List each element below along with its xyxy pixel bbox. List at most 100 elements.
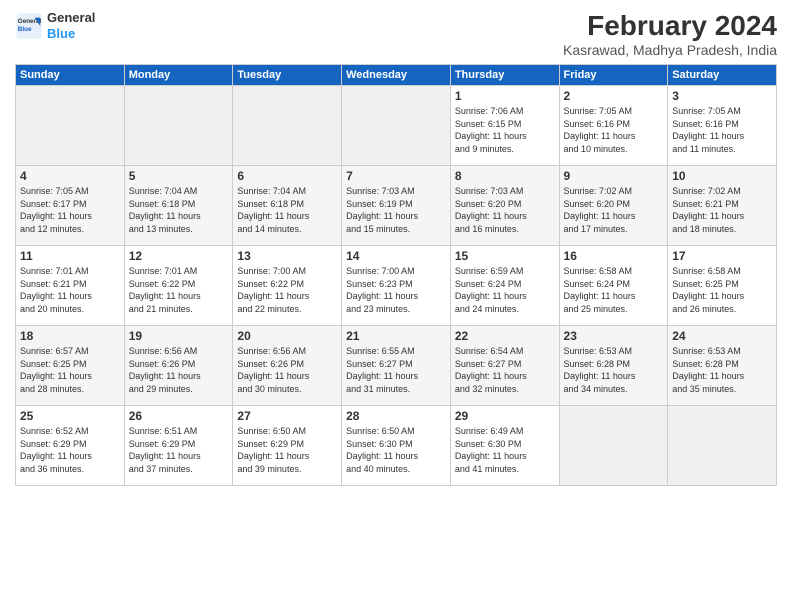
day-info: Sunrise: 6:53 AM Sunset: 6:28 PM Dayligh… xyxy=(672,345,772,395)
calendar-cell: 20 Sunrise: 6:56 AM Sunset: 6:26 PM Dayli… xyxy=(233,326,342,406)
day-info: Sunrise: 6:58 AM Sunset: 6:24 PM Dayligh… xyxy=(564,265,664,315)
day-number: 13 xyxy=(237,249,337,263)
logo-line1: General xyxy=(47,10,95,25)
calendar-header: Sunday Monday Tuesday Wednesday Thursday… xyxy=(16,65,777,86)
calendar-cell xyxy=(124,86,233,166)
calendar-week-2: 11Sunrise: 7:01 AM Sunset: 6:21 PM Dayli… xyxy=(16,246,777,326)
day-number: 1 xyxy=(455,89,555,103)
day-info: Sunrise: 6:56 AM Sunset: 6:26 PM Dayligh… xyxy=(129,345,229,395)
calendar-cell: 26 Sunrise: 6:51 AM Sunset: 6:29 PM Dayli… xyxy=(124,406,233,486)
calendar-cell: 3Sunrise: 7:05 AM Sunset: 6:16 PM Daylig… xyxy=(668,86,777,166)
day-info: Sunrise: 6:50 AM Sunset: 6:30 PM Dayligh… xyxy=(346,425,446,475)
col-monday: Monday xyxy=(124,65,233,86)
day-info: Sunrise: 7:01 AM Sunset: 6:22 PM Dayligh… xyxy=(129,265,229,315)
day-info: Sunrise: 6:50 AM Sunset: 6:29 PM Dayligh… xyxy=(237,425,337,475)
day-info: Sunrise: 6:53 AM Sunset: 6:28 PM Dayligh… xyxy=(564,345,664,395)
calendar-cell: 25Sunrise: 6:52 AM Sunset: 6:29 PM Dayli… xyxy=(16,406,125,486)
header: General Blue General Blue February 2024 … xyxy=(15,10,777,58)
main-title: February 2024 xyxy=(563,10,777,42)
calendar-cell: 10Sunrise: 7:02 AM Sunset: 6:21 PM Dayli… xyxy=(668,166,777,246)
day-number: 21 xyxy=(346,329,446,343)
svg-text:Blue: Blue xyxy=(18,25,32,32)
day-number: 28 xyxy=(346,409,446,423)
day-number: 15 xyxy=(455,249,555,263)
day-number: 7 xyxy=(346,169,446,183)
calendar-week-1: 4 Sunrise: 7:05 AM Sunset: 6:17 PM Daylig… xyxy=(16,166,777,246)
header-row: Sunday Monday Tuesday Wednesday Thursday… xyxy=(16,65,777,86)
calendar-cell: 1 Sunrise: 7:06 AM Sunset: 6:15 PM Daylig… xyxy=(450,86,559,166)
day-number: 20 xyxy=(237,329,337,343)
day-number: 12 xyxy=(129,249,229,263)
calendar-cell: 2Sunrise: 7:05 AM Sunset: 6:16 PM Daylig… xyxy=(559,86,668,166)
day-info: Sunrise: 6:58 AM Sunset: 6:25 PM Dayligh… xyxy=(672,265,772,315)
calendar-cell: 6 Sunrise: 7:04 AM Sunset: 6:18 PM Daylig… xyxy=(233,166,342,246)
logo-text: General Blue xyxy=(47,10,95,41)
day-info: Sunrise: 7:04 AM Sunset: 6:18 PM Dayligh… xyxy=(237,185,337,235)
col-friday: Friday xyxy=(559,65,668,86)
calendar-table: Sunday Monday Tuesday Wednesday Thursday… xyxy=(15,64,777,486)
calendar-cell: 19 Sunrise: 6:56 AM Sunset: 6:26 PM Dayli… xyxy=(124,326,233,406)
day-number: 26 xyxy=(129,409,229,423)
calendar-cell: 5Sunrise: 7:04 AM Sunset: 6:18 PM Daylig… xyxy=(124,166,233,246)
day-number: 25 xyxy=(20,409,120,423)
day-info: Sunrise: 7:00 AM Sunset: 6:23 PM Dayligh… xyxy=(346,265,446,315)
day-number: 17 xyxy=(672,249,772,263)
calendar-week-0: 1 Sunrise: 7:06 AM Sunset: 6:15 PM Daylig… xyxy=(16,86,777,166)
col-thursday: Thursday xyxy=(450,65,559,86)
col-tuesday: Tuesday xyxy=(233,65,342,86)
col-saturday: Saturday xyxy=(668,65,777,86)
calendar-cell: 9Sunrise: 7:02 AM Sunset: 6:20 PM Daylig… xyxy=(559,166,668,246)
day-number: 23 xyxy=(564,329,664,343)
day-number: 10 xyxy=(672,169,772,183)
day-number: 22 xyxy=(455,329,555,343)
day-info: Sunrise: 7:00 AM Sunset: 6:22 PM Dayligh… xyxy=(237,265,337,315)
calendar-week-4: 25Sunrise: 6:52 AM Sunset: 6:29 PM Dayli… xyxy=(16,406,777,486)
day-number: 14 xyxy=(346,249,446,263)
calendar-cell: 7 Sunrise: 7:03 AM Sunset: 6:19 PM Daylig… xyxy=(342,166,451,246)
day-number: 11 xyxy=(20,249,120,263)
day-number: 18 xyxy=(20,329,120,343)
calendar-cell: 12 Sunrise: 7:01 AM Sunset: 6:22 PM Dayli… xyxy=(124,246,233,326)
calendar-cell xyxy=(16,86,125,166)
day-info: Sunrise: 7:05 AM Sunset: 6:17 PM Dayligh… xyxy=(20,185,120,235)
calendar-cell: 17 Sunrise: 6:58 AM Sunset: 6:25 PM Dayli… xyxy=(668,246,777,326)
day-number: 4 xyxy=(20,169,120,183)
calendar-cell: 18Sunrise: 6:57 AM Sunset: 6:25 PM Dayli… xyxy=(16,326,125,406)
col-sunday: Sunday xyxy=(16,65,125,86)
day-info: Sunrise: 6:49 AM Sunset: 6:30 PM Dayligh… xyxy=(455,425,555,475)
day-info: Sunrise: 7:03 AM Sunset: 6:19 PM Dayligh… xyxy=(346,185,446,235)
day-info: Sunrise: 7:03 AM Sunset: 6:20 PM Dayligh… xyxy=(455,185,555,235)
day-number: 6 xyxy=(237,169,337,183)
day-info: Sunrise: 6:56 AM Sunset: 6:26 PM Dayligh… xyxy=(237,345,337,395)
day-info: Sunrise: 7:06 AM Sunset: 6:15 PM Dayligh… xyxy=(455,105,555,155)
day-number: 27 xyxy=(237,409,337,423)
day-info: Sunrise: 6:54 AM Sunset: 6:27 PM Dayligh… xyxy=(455,345,555,395)
day-info: Sunrise: 7:02 AM Sunset: 6:20 PM Dayligh… xyxy=(564,185,664,235)
calendar-cell: 24Sunrise: 6:53 AM Sunset: 6:28 PM Dayli… xyxy=(668,326,777,406)
calendar-body: 1 Sunrise: 7:06 AM Sunset: 6:15 PM Daylig… xyxy=(16,86,777,486)
calendar-cell xyxy=(342,86,451,166)
day-number: 8 xyxy=(455,169,555,183)
calendar-cell: 8 Sunrise: 7:03 AM Sunset: 6:20 PM Daylig… xyxy=(450,166,559,246)
calendar-cell xyxy=(668,406,777,486)
calendar-cell: 16 Sunrise: 6:58 AM Sunset: 6:24 PM Dayli… xyxy=(559,246,668,326)
col-wednesday: Wednesday xyxy=(342,65,451,86)
calendar-cell xyxy=(233,86,342,166)
title-block: February 2024 Kasrawad, Madhya Pradesh, … xyxy=(563,10,777,58)
calendar-cell: 22 Sunrise: 6:54 AM Sunset: 6:27 PM Dayli… xyxy=(450,326,559,406)
day-info: Sunrise: 7:05 AM Sunset: 6:16 PM Dayligh… xyxy=(564,105,664,155)
day-number: 3 xyxy=(672,89,772,103)
day-number: 16 xyxy=(564,249,664,263)
calendar-cell: 21Sunrise: 6:55 AM Sunset: 6:27 PM Dayli… xyxy=(342,326,451,406)
calendar-cell: 23 Sunrise: 6:53 AM Sunset: 6:28 PM Dayli… xyxy=(559,326,668,406)
calendar-week-3: 18Sunrise: 6:57 AM Sunset: 6:25 PM Dayli… xyxy=(16,326,777,406)
calendar-cell: 4 Sunrise: 7:05 AM Sunset: 6:17 PM Daylig… xyxy=(16,166,125,246)
calendar-cell: 13 Sunrise: 7:00 AM Sunset: 6:22 PM Dayli… xyxy=(233,246,342,326)
calendar-cell: 28 Sunrise: 6:50 AM Sunset: 6:30 PM Dayli… xyxy=(342,406,451,486)
page: General Blue General Blue February 2024 … xyxy=(0,0,792,612)
day-info: Sunrise: 6:51 AM Sunset: 6:29 PM Dayligh… xyxy=(129,425,229,475)
day-number: 19 xyxy=(129,329,229,343)
calendar-cell xyxy=(559,406,668,486)
logo-icon: General Blue xyxy=(15,12,43,40)
logo: General Blue General Blue xyxy=(15,10,95,41)
